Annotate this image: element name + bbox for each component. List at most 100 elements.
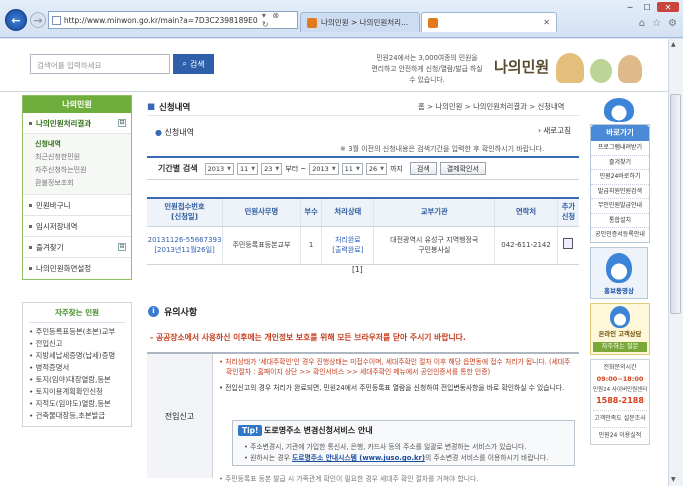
search-input[interactable]: 검색어를 입력하세요: [30, 54, 170, 74]
online-consult-banner[interactable]: 온라인 고객상담 자주하는 질문: [590, 302, 650, 355]
favorite-item[interactable]: • 병적증명서: [29, 362, 125, 374]
select-value: 2013: [312, 164, 329, 173]
nav-item-results[interactable]: 나의민원처리결과 ⊟: [23, 113, 131, 134]
search-button[interactable]: ⌕ 검색: [173, 54, 214, 74]
tip-badge: Tip!: [238, 425, 263, 436]
close-tab-icon[interactable]: ✕: [543, 18, 550, 27]
caution-row-label: 전입신고: [147, 354, 213, 478]
print-status-link[interactable]: [출력완료]: [322, 245, 373, 255]
promo-video-banner[interactable]: 홍보동영상: [590, 246, 648, 299]
subnav-frequent[interactable]: 자주신청하는민원: [35, 164, 131, 177]
from-day-select[interactable]: 23 ▼: [261, 162, 283, 175]
dropdown-icon: ▼: [355, 165, 360, 172]
quick-link-item[interactable]: 공인인증서등록안내: [591, 228, 649, 242]
nav-item-favorites[interactable]: 즐겨찾기 ⊞: [23, 237, 131, 258]
dropdown-icon: ▼: [331, 165, 336, 172]
minimize-icon[interactable]: ─: [623, 2, 637, 12]
left-nav-title: 나의민원: [23, 96, 131, 113]
window-close-icon[interactable]: ✕: [657, 2, 679, 12]
bullet-icon: [29, 203, 32, 207]
to-month-select[interactable]: 11 ▼: [341, 162, 363, 175]
center-number: 1588-2188: [596, 395, 644, 405]
scroll-up-arrow-icon[interactable]: ▲: [671, 41, 676, 48]
maximize-icon[interactable]: ☐: [640, 2, 654, 12]
favorite-label: 지적도(임야도)열람,등본: [35, 399, 111, 408]
quick-link-item[interactable]: 민원24바로하기: [591, 170, 649, 185]
from-month-select[interactable]: 11 ▼: [237, 162, 259, 175]
address-controls[interactable]: ▾ ⊗ ↻: [262, 11, 297, 29]
tab-my-minwon[interactable]: 나의민원 > 나의민원처리...: [300, 12, 420, 32]
tip-text: 의 주소변경 서비스를 이용하시기 바랍니다.: [424, 454, 549, 462]
quick-link-item[interactable]: 발급지원민원검색: [591, 185, 649, 199]
to-year-select[interactable]: 2013 ▼: [309, 162, 339, 175]
to-day-select[interactable]: 26 ▼: [365, 162, 387, 175]
subnav-applications[interactable]: 신청내역: [35, 138, 131, 151]
nav-submenu: 신청내역 최근신청한민원 자주신청하는민원 환불정보조회: [23, 134, 131, 195]
tab-active[interactable]: ✕: [421, 12, 557, 32]
dropdown-icon: ▼: [227, 165, 231, 172]
nav-item-basket[interactable]: 민원바구니: [23, 195, 131, 216]
period-note: ※ 3월 이전의 신청내용은 검색기간을 입력한 후 확인하시기 바랍니다.: [340, 145, 545, 153]
favorite-item[interactable]: • 지방세납세증명(납세)증명: [29, 350, 125, 362]
refresh-link[interactable]: › 새로고침: [538, 125, 571, 136]
search-button-label: 검색: [189, 59, 205, 69]
nav-item-temp[interactable]: 임시저장내역: [23, 216, 131, 237]
document-icon[interactable]: [563, 238, 574, 249]
select-value: 23: [264, 164, 273, 173]
minwon-name: 주민등록표등본교부: [222, 226, 301, 265]
quick-link-item[interactable]: 프로그램내려받기: [591, 141, 649, 156]
center-label: 민원24 사이버민원센터: [593, 386, 648, 393]
phone-cell: 042-611-2142: [494, 226, 558, 265]
nav-item-settings[interactable]: 나의민원화면설정: [23, 258, 131, 279]
receipt-cell[interactable]: 20131126-55667393 [2013년11월26일]: [147, 226, 223, 265]
forward-button[interactable]: →: [30, 12, 46, 28]
from-year-select[interactable]: 2013 ▼: [204, 162, 234, 175]
subnav-refund[interactable]: 환불정보조회: [35, 177, 131, 190]
favorite-item[interactable]: • 건축물대장등,초본발급: [29, 410, 125, 422]
favorite-label: 건축물대장등,초본발급: [35, 411, 106, 420]
applications-table: 민원접수번호 [신청일] 민원사무명 부수 처리상태 교부기관 연락처 추가 신…: [147, 197, 579, 265]
nav-label: 즐겨찾기: [36, 242, 64, 252]
range-end-label: 까지: [389, 164, 403, 173]
divider: [593, 409, 647, 411]
address-bar[interactable]: http://www.minwon.go.kr/main?a=7D3C23981…: [48, 11, 298, 29]
back-button[interactable]: ←: [5, 9, 27, 31]
scrollbar-thumb[interactable]: [670, 94, 681, 314]
nav-label: 나의민원처리결과: [36, 118, 92, 128]
copy-count: 1: [299, 226, 322, 265]
range-separator: 부터 ~: [285, 164, 307, 173]
faq-link[interactable]: 자주하는 질문: [593, 341, 647, 352]
pagination[interactable]: [1]: [352, 265, 363, 274]
subnav-recent[interactable]: 최근신청한민원: [35, 151, 131, 164]
quick-link-item[interactable]: 즐겨찾기: [591, 156, 649, 170]
url-text[interactable]: http://www.minwon.go.kr/main?a=7D3C23981…: [64, 16, 262, 25]
juso-link[interactable]: 도로명주소 안내시스템 (www.juso.go.kr): [292, 454, 425, 462]
quick-link-item[interactable]: 무인민원발급안내: [591, 199, 649, 214]
survey-link[interactable]: 고객만족도 설문조사: [593, 414, 647, 424]
favorite-item[interactable]: • 토지(임야)대장열람,등본: [29, 374, 125, 386]
quick-link-item[interactable]: 통합설치: [591, 214, 649, 228]
scroll-down-arrow-icon[interactable]: ▼: [671, 476, 676, 483]
filter-search-button[interactable]: 검색: [409, 162, 437, 175]
settings-gear-icon[interactable]: ⚙: [668, 18, 677, 29]
table-row: 20131126-55667393 [2013년11월26일] 주민등록표등본교부…: [147, 226, 579, 265]
extra-cell[interactable]: [556, 226, 579, 265]
home-icon[interactable]: ⌂: [639, 18, 645, 29]
filter-bar: 기간별 검색 2013 ▼ 11 ▼ 23 ▼ 부터 ~ 2013 ▼ 11 ▼ 26 ▼ …: [147, 156, 579, 180]
expand-icon[interactable]: ⊞: [118, 243, 126, 251]
col-extra: 추가 신청: [556, 198, 579, 227]
collapse-icon[interactable]: ⊟: [118, 119, 126, 127]
logo-art: [618, 55, 642, 83]
usage-link[interactable]: 민원24 이용실적: [593, 431, 647, 441]
breadcrumb: 홈 > 나의민원 > 나의민원처리결과 > 신청내역: [418, 102, 565, 111]
quick-links-title: 바로가기: [591, 125, 649, 141]
receipt-number[interactable]: 20131126-55667393: [147, 235, 222, 245]
filter-label: 기간별 검색: [158, 164, 198, 173]
favorite-item[interactable]: • 지적도(임야도)열람,등본: [29, 398, 125, 410]
payment-confirm-button[interactable]: 결제확인서: [439, 162, 486, 175]
favorites-star-icon[interactable]: ☆: [652, 18, 661, 29]
favorite-item[interactable]: • 주민등록표등본(초본)교부: [29, 326, 125, 338]
favorite-item[interactable]: • 전입신고: [29, 338, 125, 350]
favorite-item[interactable]: • 토지이용계획확인신청: [29, 386, 125, 398]
site-logo[interactable]: 나의민원: [494, 56, 549, 77]
